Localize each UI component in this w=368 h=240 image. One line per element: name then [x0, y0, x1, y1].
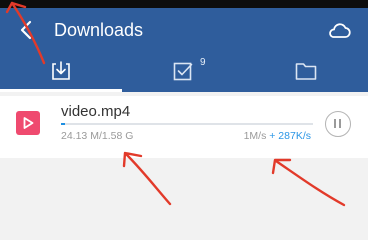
checked-box-icon — [173, 62, 193, 81]
download-size: 24.13 M/1.58 G — [61, 130, 134, 142]
tab-active-indicator — [0, 89, 122, 92]
speed-value: 1M/s — [243, 130, 267, 142]
annotation-arrow-progress — [124, 152, 172, 206]
download-icon — [52, 61, 70, 80]
download-item[interactable]: video.mp4 24.13 M/1.58 G 1M/s + 287K/s — [0, 96, 368, 158]
chevron-left-icon — [20, 20, 32, 40]
tab-bar — [0, 52, 368, 92]
annotation-arrow-speed — [274, 159, 346, 207]
tab-downloading[interactable] — [0, 52, 122, 92]
download-progress-bar — [61, 123, 313, 125]
completed-count-badge: 9 — [200, 57, 206, 68]
folder-icon — [295, 63, 317, 80]
file-name: video.mp4 — [61, 103, 131, 120]
cloud-button[interactable] — [326, 18, 352, 42]
cloud-icon — [329, 23, 351, 38]
app-bar: Downloads — [0, 8, 368, 52]
page-title: Downloads — [54, 20, 144, 40]
tab-files[interactable] — [244, 52, 366, 92]
status-bar — [0, 0, 368, 8]
back-button[interactable] — [16, 17, 38, 43]
speed-boost-value: + 287K/s — [269, 130, 311, 142]
download-speed: 1M/s + 287K/s — [244, 129, 311, 143]
download-progress-fill — [61, 123, 65, 125]
video-play-icon — [23, 117, 34, 129]
annotation-arrowhead-speed — [271, 158, 292, 175]
pause-button[interactable] — [325, 111, 351, 137]
tab-completed[interactable] — [122, 52, 244, 92]
video-file-icon — [16, 111, 40, 135]
